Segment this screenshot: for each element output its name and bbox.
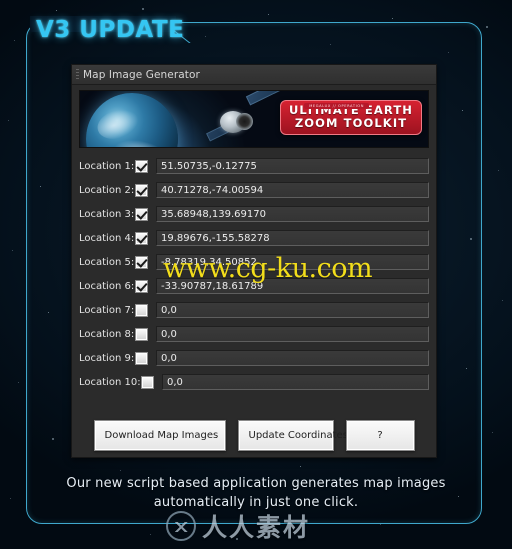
location-label-5: Location 5: xyxy=(79,256,135,268)
location-label-2: Location 2: xyxy=(79,184,135,196)
locations-list: Location 1: 51.50735,-0.12775 Location 2… xyxy=(72,154,436,394)
page-title: V3 UPDATE xyxy=(36,17,185,43)
drag-grip-icon xyxy=(76,69,79,80)
table-row: Location 6: -33.90787,18.61789 xyxy=(79,274,429,298)
table-row: Location 7: 0,0 xyxy=(79,298,429,322)
banner-badge-kicker: MEGALUX // OPERATION xyxy=(304,103,369,109)
location-checkbox-3[interactable] xyxy=(135,207,148,221)
footer-caption-line2: automatically in just one click. xyxy=(153,495,359,510)
location-label-4: Location 4: xyxy=(79,232,135,244)
table-row: Location 8: 0,0 xyxy=(79,322,429,346)
location-input-9[interactable]: 0,0 xyxy=(156,350,429,366)
banner-badge-line2: ZOOM TOOLKIT xyxy=(294,116,408,130)
help-button[interactable]: ? xyxy=(345,420,415,451)
location-label-6: Location 6: xyxy=(79,280,135,292)
location-input-2[interactable]: 40.71278,-74.00594 xyxy=(156,182,429,198)
location-checkbox-5[interactable] xyxy=(135,255,148,269)
download-map-images-button[interactable]: Download Map Images xyxy=(93,420,226,451)
footer-caption: Our new script based application generat… xyxy=(40,474,472,512)
location-input-7[interactable]: 0,0 xyxy=(156,302,429,318)
location-input-6[interactable]: -33.90787,18.61789 xyxy=(156,278,429,294)
product-banner: MEGALUX // OPERATION ULTIMATE EARTH ZOOM… xyxy=(79,90,429,148)
location-checkbox-7[interactable] xyxy=(135,303,148,317)
location-input-1[interactable]: 51.50735,-0.12775 xyxy=(156,158,429,174)
update-coordinates-button[interactable]: Update Coordinates xyxy=(237,420,348,451)
window-titlebar: Map Image Generator xyxy=(72,65,436,85)
location-label-1: Location 1: xyxy=(79,160,135,172)
location-label-3: Location 3: xyxy=(79,208,135,220)
location-input-3[interactable]: 35.68948,139.69170 xyxy=(156,206,429,222)
table-row: Location 9: 0,0 xyxy=(79,346,429,370)
location-input-5[interactable]: -8.78319,34.50852 xyxy=(156,254,429,270)
table-row: Location 10: 0,0 xyxy=(79,370,429,394)
location-checkbox-2[interactable] xyxy=(135,183,148,197)
button-bar: Download Map Images Update Coordinates ? xyxy=(72,420,436,451)
table-row: Location 4: 19.89676,-155.58278 xyxy=(79,226,429,250)
table-row: Location 5: -8.78319,34.50852 xyxy=(79,250,429,274)
banner-badge: MEGALUX // OPERATION ULTIMATE EARTH ZOOM… xyxy=(280,100,422,135)
app-window: Map Image Generator MEGALUX // OPERATION… xyxy=(71,64,437,458)
location-label-10: Location 10: xyxy=(79,376,141,388)
satellite-dish-icon xyxy=(236,113,253,130)
table-row: Location 3: 35.68948,139.69170 xyxy=(79,202,429,226)
location-checkbox-1[interactable] xyxy=(135,159,148,173)
location-label-9: Location 9: xyxy=(79,352,135,364)
screenshot-root: V3 UPDATE Map Image Generator MEGALUX //… xyxy=(0,0,512,549)
location-checkbox-8[interactable] xyxy=(135,327,148,341)
table-row: Location 1: 51.50735,-0.12775 xyxy=(79,154,429,178)
table-row: Location 2: 40.71278,-74.00594 xyxy=(79,178,429,202)
location-checkbox-9[interactable] xyxy=(135,351,148,365)
location-input-10[interactable]: 0,0 xyxy=(162,374,429,390)
location-checkbox-6[interactable] xyxy=(135,279,148,293)
location-label-8: Location 8: xyxy=(79,328,135,340)
location-label-7: Location 7: xyxy=(79,304,135,316)
location-input-4[interactable]: 19.89676,-155.58278 xyxy=(156,230,429,246)
location-checkbox-10[interactable] xyxy=(141,375,154,389)
window-title: Map Image Generator xyxy=(83,68,200,81)
footer-caption-line1: Our new script based application generat… xyxy=(66,476,446,491)
location-checkbox-4[interactable] xyxy=(135,231,148,245)
location-input-8[interactable]: 0,0 xyxy=(156,326,429,342)
